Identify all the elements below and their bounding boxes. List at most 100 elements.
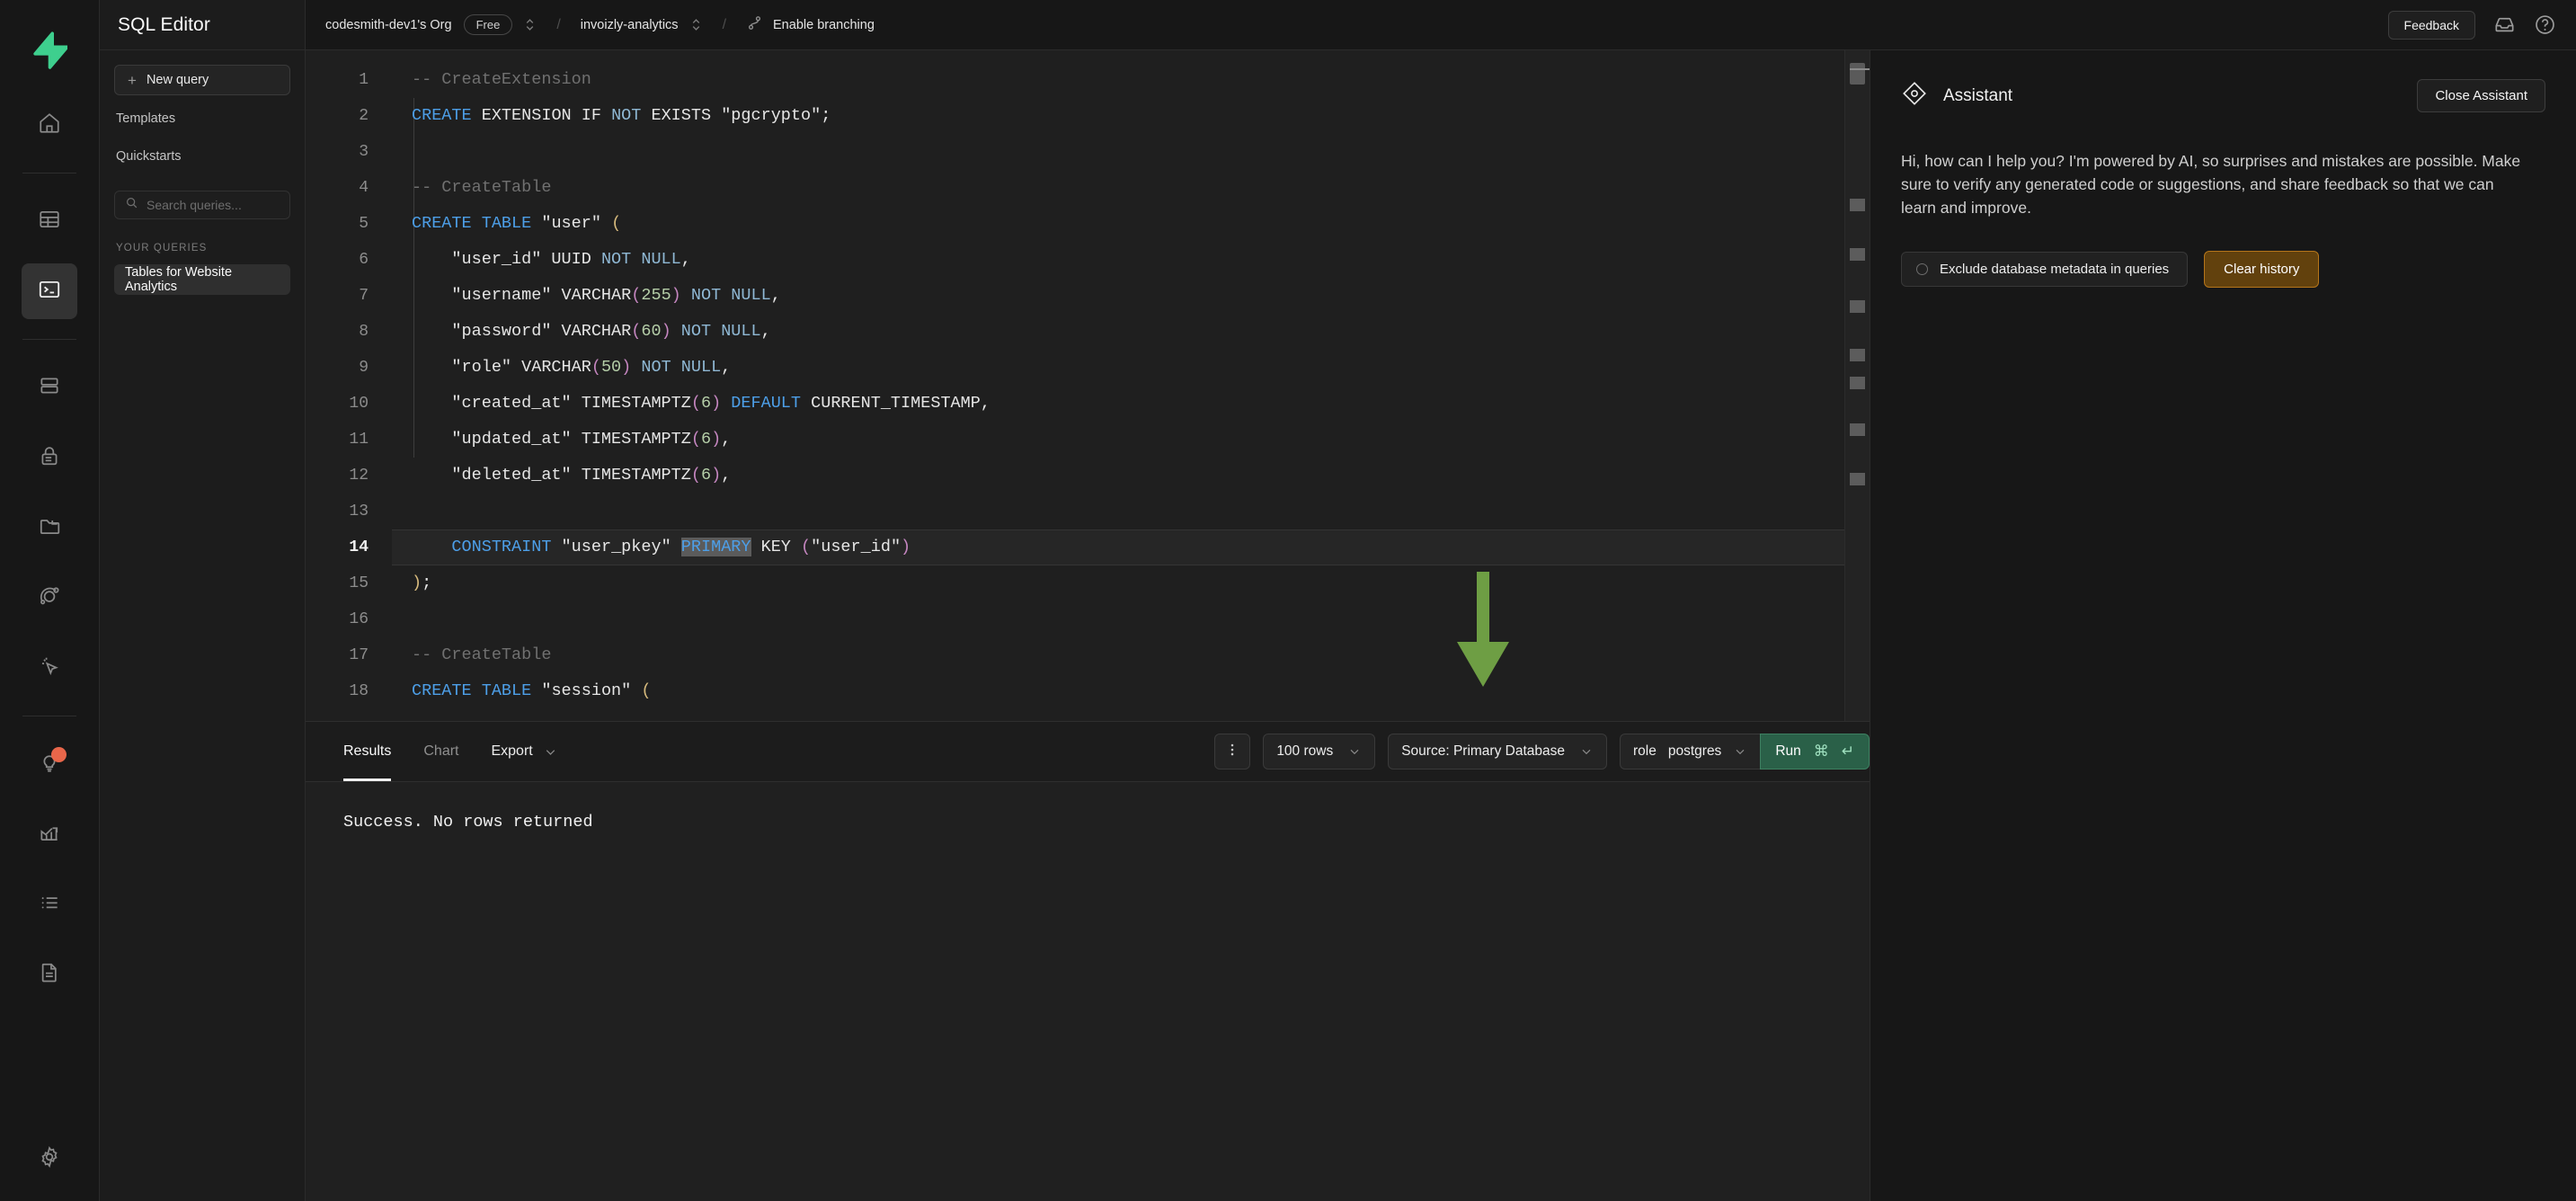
advisors-notification-badge xyxy=(51,747,67,762)
scrollbar-thumb[interactable] xyxy=(1850,63,1865,85)
code-line[interactable]: "created_at" TIMESTAMPTZ(6) DEFAULT CURR… xyxy=(392,386,1870,422)
run-button[interactable]: Run ⌘ ↵ xyxy=(1760,734,1870,770)
code-line[interactable]: CREATE TABLE "session" ( xyxy=(392,673,1870,709)
code-token: "session" xyxy=(531,681,642,700)
code-token: 6 xyxy=(700,394,712,413)
sidebar-item-realtime[interactable] xyxy=(22,570,77,626)
search-queries-box[interactable] xyxy=(114,191,290,219)
line-number: 10 xyxy=(349,395,369,413)
code-token: ( xyxy=(611,214,622,233)
code-token: NOT NULL xyxy=(600,250,681,269)
code-token: PRIMARY xyxy=(680,538,751,556)
scrollbar-occurrence-marker xyxy=(1850,473,1865,485)
role-value: postgres xyxy=(1667,743,1722,759)
sidebar-header: SQL Editor xyxy=(100,0,305,50)
sidebar-item-database[interactable] xyxy=(22,360,77,415)
feedback-button[interactable]: Feedback xyxy=(2387,10,2475,40)
tab-results[interactable]: Results xyxy=(343,722,392,781)
new-query-button[interactable]: + New query xyxy=(114,65,290,95)
code-token: "username" VARCHAR xyxy=(412,286,632,305)
code-token: ( xyxy=(631,322,642,341)
assistant-intro-message: Hi, how can I help you? I'm powered by A… xyxy=(1901,152,2521,217)
sidebar-item-templates[interactable]: Templates xyxy=(114,104,290,133)
code-token: ) xyxy=(671,286,681,305)
line-number: 17 xyxy=(349,646,369,664)
document-icon xyxy=(38,961,61,989)
code-line[interactable]: CREATE TABLE "user" ( xyxy=(392,206,1870,242)
sidebar-item-api-docs[interactable] xyxy=(22,947,77,1002)
status-badge-plan[interactable]: Free xyxy=(463,14,513,35)
line-number: 3 xyxy=(359,143,369,161)
sidebar-item-edge-functions[interactable] xyxy=(22,640,77,696)
code-line[interactable]: "role" VARCHAR(50) NOT NULL, xyxy=(392,350,1870,386)
enable-branching-button[interactable]: Enable branching xyxy=(746,14,875,35)
code-line[interactable]: "username" VARCHAR(255) NOT NULL, xyxy=(392,278,1870,314)
rows-limit-value: 100 rows xyxy=(1276,743,1334,759)
code-line[interactable]: "deleted_at" TIMESTAMPTZ(6), xyxy=(392,458,1870,494)
code-token: DEFAULT xyxy=(731,394,802,413)
sidebar-item-storage[interactable] xyxy=(22,500,77,556)
folder-icon xyxy=(38,514,61,542)
code-content[interactable]: -- CreateExtension CREATE EXTENSION IF NO… xyxy=(392,50,1870,721)
code-line[interactable]: "user_id" UUID NOT NULL, xyxy=(392,242,1870,278)
results-pane: Success. No rows returned xyxy=(306,782,1870,1201)
breadcrumb-separator-1: / xyxy=(556,16,561,32)
help-circle-icon[interactable] xyxy=(2534,13,2556,36)
rows-limit-dropdown[interactable]: 100 rows xyxy=(1263,734,1376,770)
sidebar-item-logs[interactable] xyxy=(22,876,77,932)
code-line[interactable]: -- CreateTable xyxy=(392,170,1870,206)
search-input[interactable] xyxy=(147,198,280,212)
plus-icon: + xyxy=(128,71,137,89)
code-token: ( xyxy=(690,430,701,449)
org-switcher-chevron-updown-icon[interactable] xyxy=(523,16,537,33)
list-item-saved-query[interactable]: Tables for Website Analytics xyxy=(114,264,290,295)
code-line[interactable]: "password" VARCHAR(60) NOT NULL, xyxy=(392,314,1870,350)
code-line[interactable]: CONSTRAINT "user_pkey" PRIMARY KEY ("use… xyxy=(392,529,1870,565)
list-icon xyxy=(38,891,61,919)
supabase-logo[interactable] xyxy=(0,11,100,90)
sidebar-item-table-editor[interactable] xyxy=(22,193,77,249)
more-options-button[interactable] xyxy=(1214,734,1251,770)
tab-chart[interactable]: Chart xyxy=(423,722,458,781)
enable-branching-label: Enable branching xyxy=(773,17,875,32)
code-line[interactable]: -- CreateTable xyxy=(392,637,1870,673)
project-switcher-chevron-updown-icon[interactable] xyxy=(689,16,703,33)
code-line[interactable] xyxy=(392,601,1870,637)
sql-code-editor[interactable]: 1 2 3 4 5 6 7 8 9 10 11 12 13 14 15 16 17 18 -- CreateExt… xyxy=(306,50,1870,721)
inbox-icon[interactable] xyxy=(2493,13,2516,36)
exclude-metadata-label: Exclude database metadata in queries xyxy=(1940,261,2170,277)
clear-history-button[interactable]: Clear history xyxy=(2204,250,2320,288)
code-line[interactable]: CREATE EXTENSION IF NOT EXISTS "pgcrypto… xyxy=(392,98,1870,134)
sidebar-item-sql-editor[interactable] xyxy=(22,263,77,319)
code-line[interactable]: "updated_at" TIMESTAMPTZ(6), xyxy=(392,422,1870,458)
code-line[interactable] xyxy=(392,494,1870,529)
scrollbar-viewport-marker xyxy=(1850,68,1870,70)
sidebar-item-home[interactable] xyxy=(22,97,77,153)
rail-divider-2 xyxy=(22,339,76,340)
close-assistant-button[interactable]: Close Assistant xyxy=(2417,79,2545,112)
sidebar-item-authentication[interactable] xyxy=(22,430,77,485)
code-token: ) xyxy=(621,358,632,377)
code-line[interactable]: -- CreateExtension xyxy=(392,62,1870,98)
sidebar-item-reports[interactable] xyxy=(22,806,77,862)
line-number: 4 xyxy=(359,179,369,197)
exclude-metadata-toggle[interactable]: Exclude database metadata in queries xyxy=(1901,251,2189,287)
breadcrumb-organization[interactable]: codesmith-dev1's Org xyxy=(325,18,452,32)
code-token: ( xyxy=(591,358,601,377)
role-dropdown[interactable]: role postgres xyxy=(1620,734,1761,770)
sidebar-item-quickstarts[interactable]: Quickstarts xyxy=(114,142,290,171)
code-token: , xyxy=(680,250,691,269)
code-line[interactable]: ); xyxy=(392,565,1870,601)
sql-editor-app: SQL Editor + New query Templates Quickst… xyxy=(0,0,2576,1201)
breadcrumb-project[interactable]: invoizly-analytics xyxy=(581,18,679,32)
results-status-message: Success. No rows returned xyxy=(343,813,593,832)
code-line[interactable] xyxy=(392,134,1870,170)
source-database-dropdown[interactable]: Source: Primary Database xyxy=(1388,734,1607,770)
sidebar-item-project-settings[interactable] xyxy=(22,1131,77,1187)
export-button[interactable]: Export xyxy=(491,743,557,760)
sidebar-item-advisors[interactable] xyxy=(22,736,77,792)
editor-scrollbar[interactable] xyxy=(1844,50,1870,721)
code-token: ) xyxy=(661,322,671,341)
